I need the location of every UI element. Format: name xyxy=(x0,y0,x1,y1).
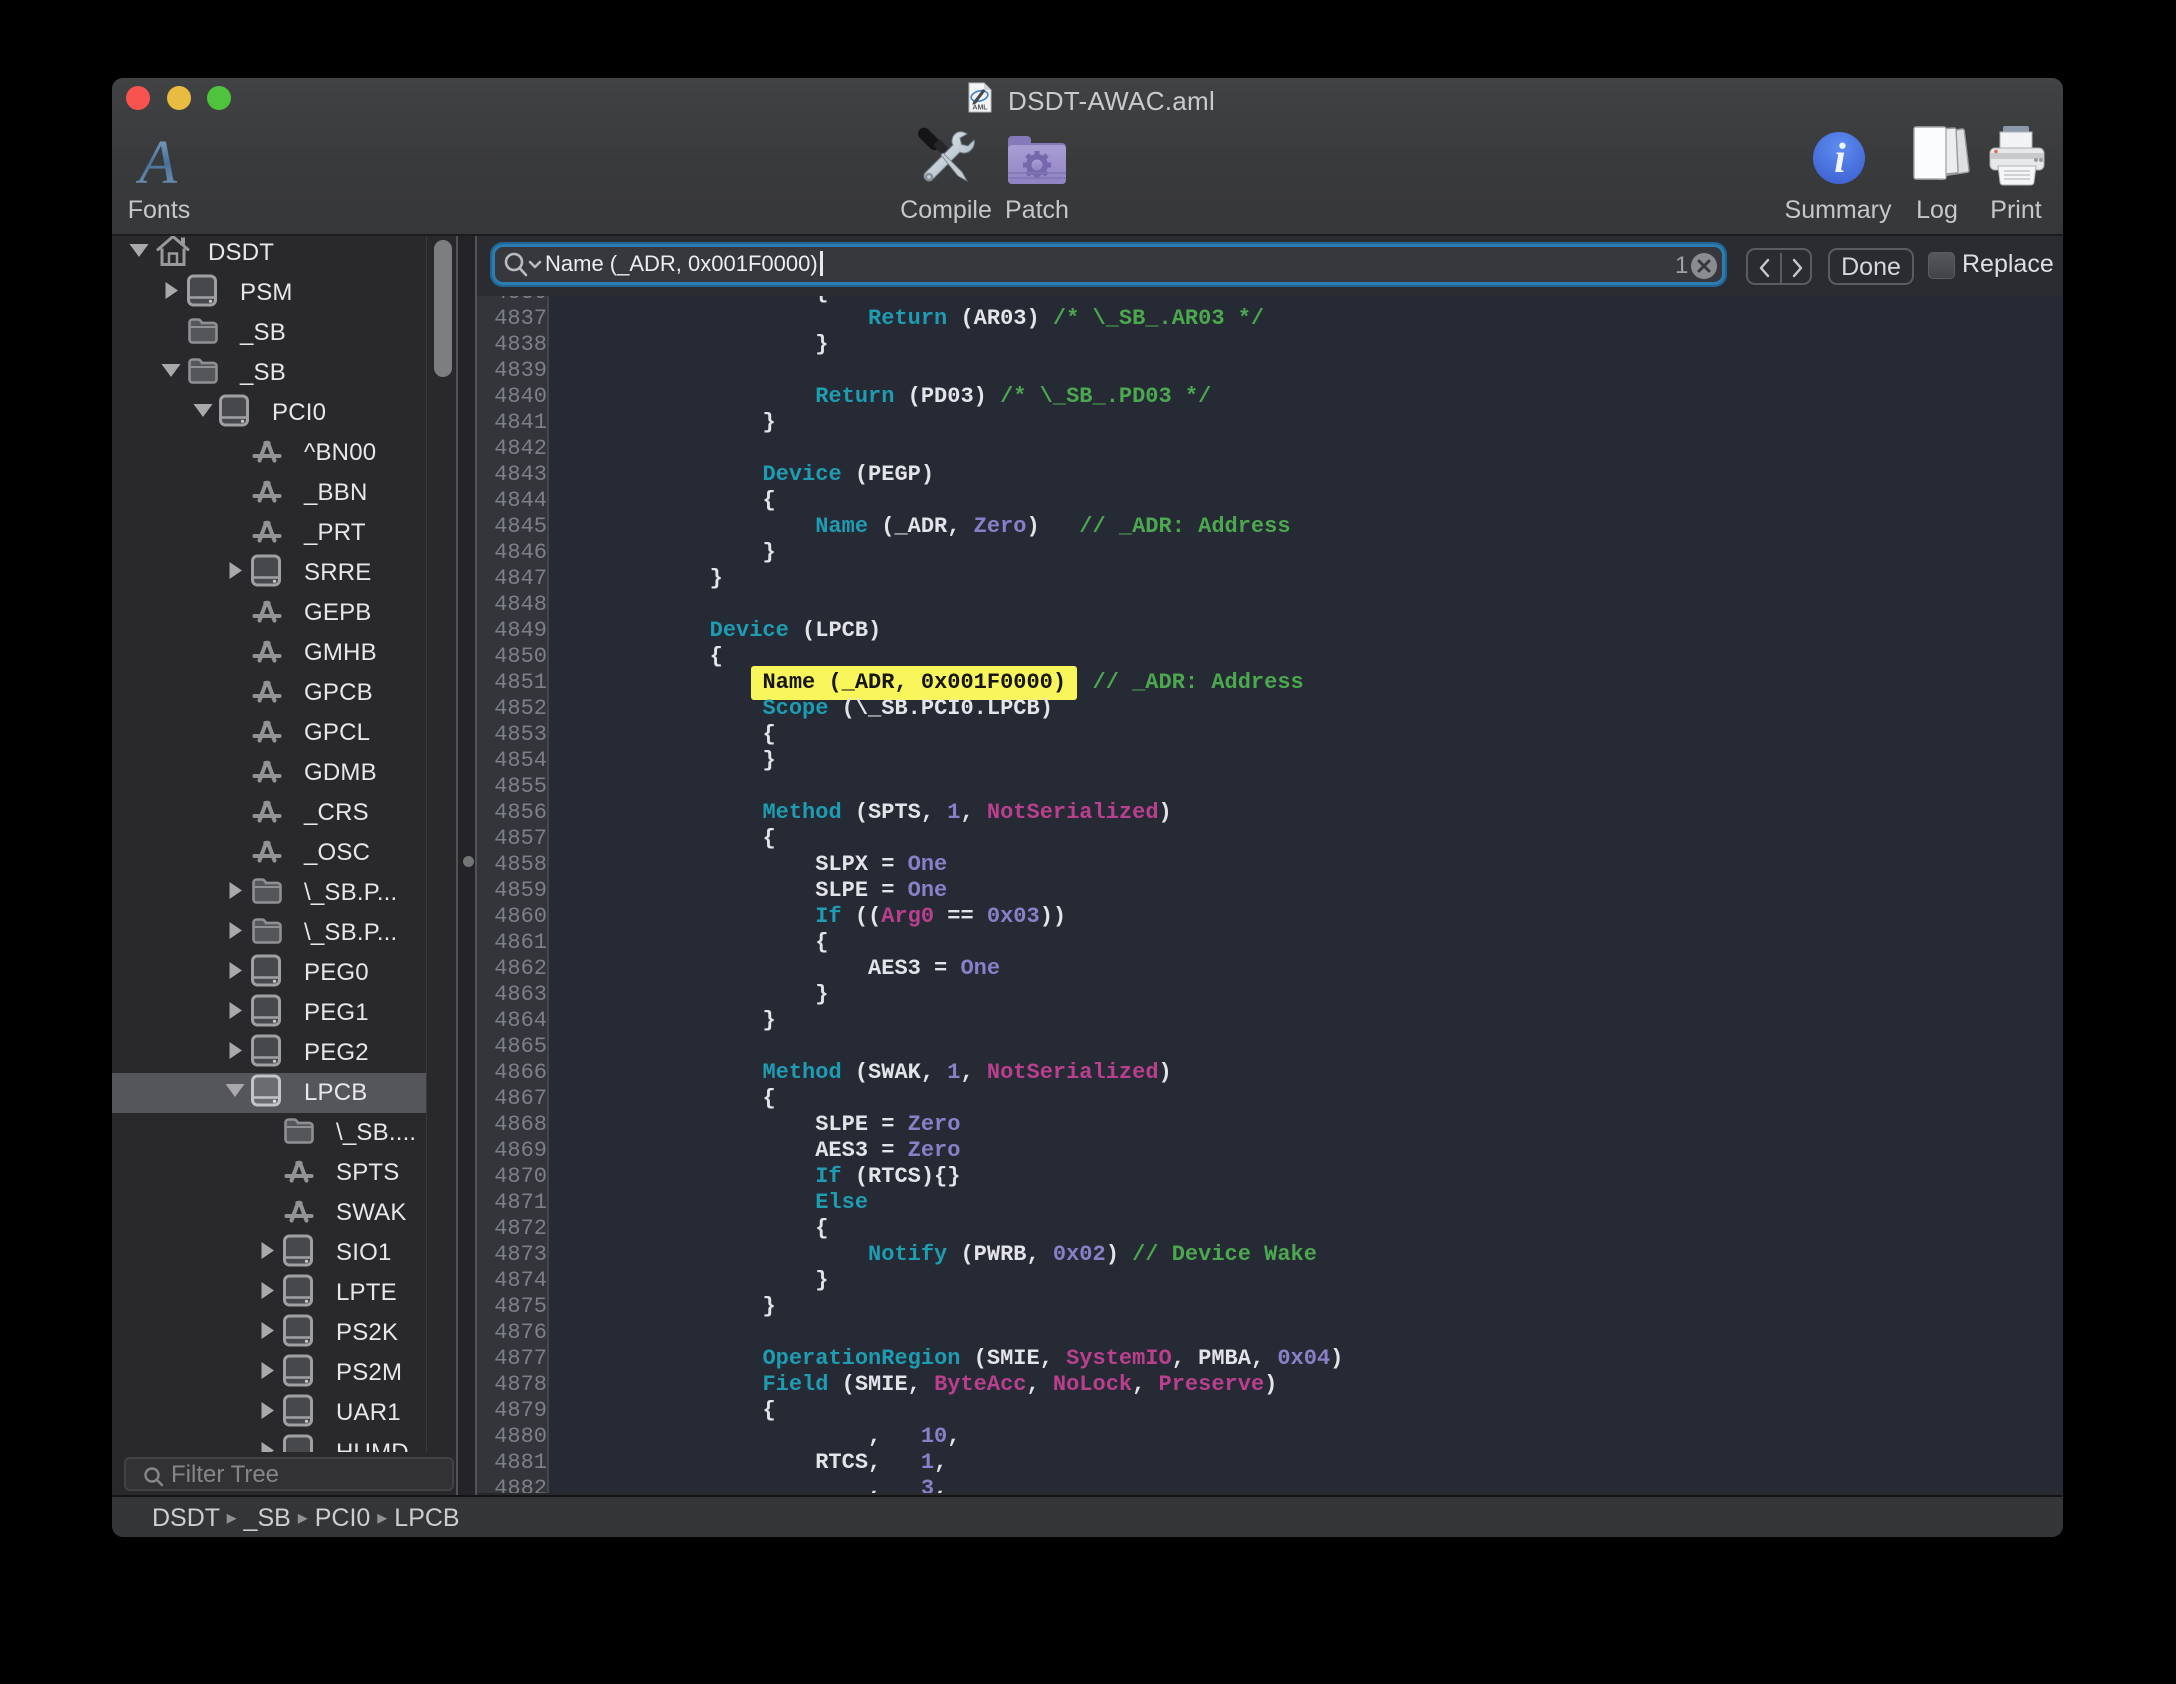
svg-text:i: i xyxy=(1834,136,1846,182)
svg-text:AML: AML xyxy=(972,105,988,112)
svg-text:A: A xyxy=(136,136,178,188)
